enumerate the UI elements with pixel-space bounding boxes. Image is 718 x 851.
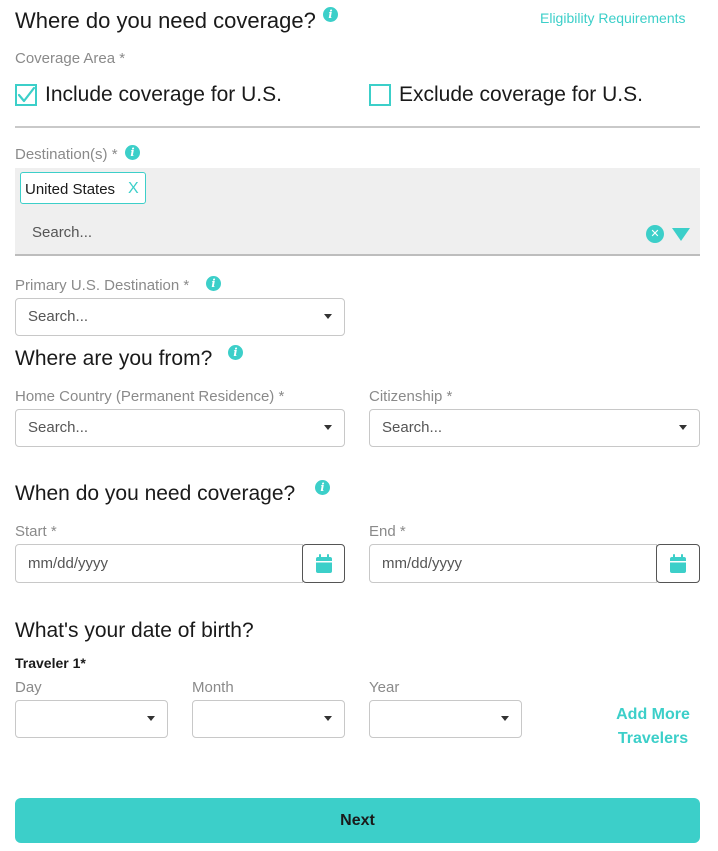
exclude-us-label[interactable]: Exclude coverage for U.S. [399,83,643,107]
info-icon[interactable]: i [315,480,330,495]
section-divider [15,126,700,128]
info-icon[interactable]: i [228,345,243,360]
home-country-placeholder: Search... [28,419,89,436]
end-date-placeholder: mm/dd/yyyy [382,555,463,572]
info-icon[interactable]: i [206,276,221,291]
origin-heading: Where are you from? [15,347,213,370]
caret-down-icon [324,314,332,319]
day-select[interactable] [15,700,168,738]
clear-icon[interactable]: ✕ [646,225,664,243]
coverage-heading-text: Where do you need coverage? [15,8,316,33]
citizenship-placeholder: Search... [382,419,443,436]
calendar-icon [316,554,332,573]
destinations-label: Destination(s) * [15,146,118,163]
citizenship-label: Citizenship * [369,388,453,405]
exclude-us-checkbox[interactable] [369,84,391,106]
next-button[interactable]: Next [15,798,700,843]
add-more-travelers-link[interactable]: Add More Travelers [606,703,700,751]
remove-tag-button[interactable]: X [128,180,139,198]
traveler-label: Traveler 1* [15,655,86,671]
home-country-label: Home Country (Permanent Residence) * [15,388,285,405]
year-select[interactable] [369,700,522,738]
info-icon[interactable]: i [323,7,338,22]
day-label: Day [15,679,42,696]
eligibility-requirements-link[interactable]: Eligibility Requirements [540,10,686,26]
check-icon [17,86,36,103]
dropdown-arrow-icon[interactable] [672,228,690,241]
include-us-checkbox[interactable] [15,84,37,106]
month-select[interactable] [192,700,345,738]
caret-down-icon [501,716,509,721]
end-date-calendar-button[interactable] [656,544,700,583]
destination-tag-label: United States [25,181,116,198]
birth-heading: What's your date of birth? [15,619,254,642]
home-country-select[interactable]: Search... [15,409,345,447]
caret-down-icon [679,425,687,430]
end-date-label: End * [369,523,406,540]
include-us-label[interactable]: Include coverage for U.S. [45,83,282,107]
start-date-label: Start * [15,523,57,540]
destinations-search-input[interactable]: Search... [32,224,92,241]
primary-destination-select[interactable]: Search... [15,298,345,336]
citizenship-select[interactable]: Search... [369,409,700,447]
start-date-input[interactable]: mm/dd/yyyy [15,544,303,583]
start-date-placeholder: mm/dd/yyyy [28,555,109,572]
caret-down-icon [324,425,332,430]
add-more-line2: Travelers [617,730,689,747]
info-icon[interactable]: i [125,145,140,160]
calendar-icon [670,554,686,573]
next-button-label: Next [340,812,375,829]
coverage-area-label: Coverage Area * [15,50,126,67]
dates-heading: When do you need coverage? [15,482,296,505]
month-label: Month [192,679,234,696]
caret-down-icon [147,716,155,721]
destinations-multiselect[interactable]: United States X Search... ✕ [15,168,700,256]
add-more-line1: Add More [616,706,690,723]
year-label: Year [369,679,400,696]
destination-tag: United States X [20,172,146,204]
primary-destination-label: Primary U.S. Destination * [15,277,190,294]
start-date-calendar-button[interactable] [302,544,345,583]
primary-destination-placeholder: Search... [28,308,89,325]
end-date-input[interactable]: mm/dd/yyyy [369,544,657,583]
caret-down-icon [324,716,332,721]
coverage-heading: Where do you need coverage? [15,8,316,34]
